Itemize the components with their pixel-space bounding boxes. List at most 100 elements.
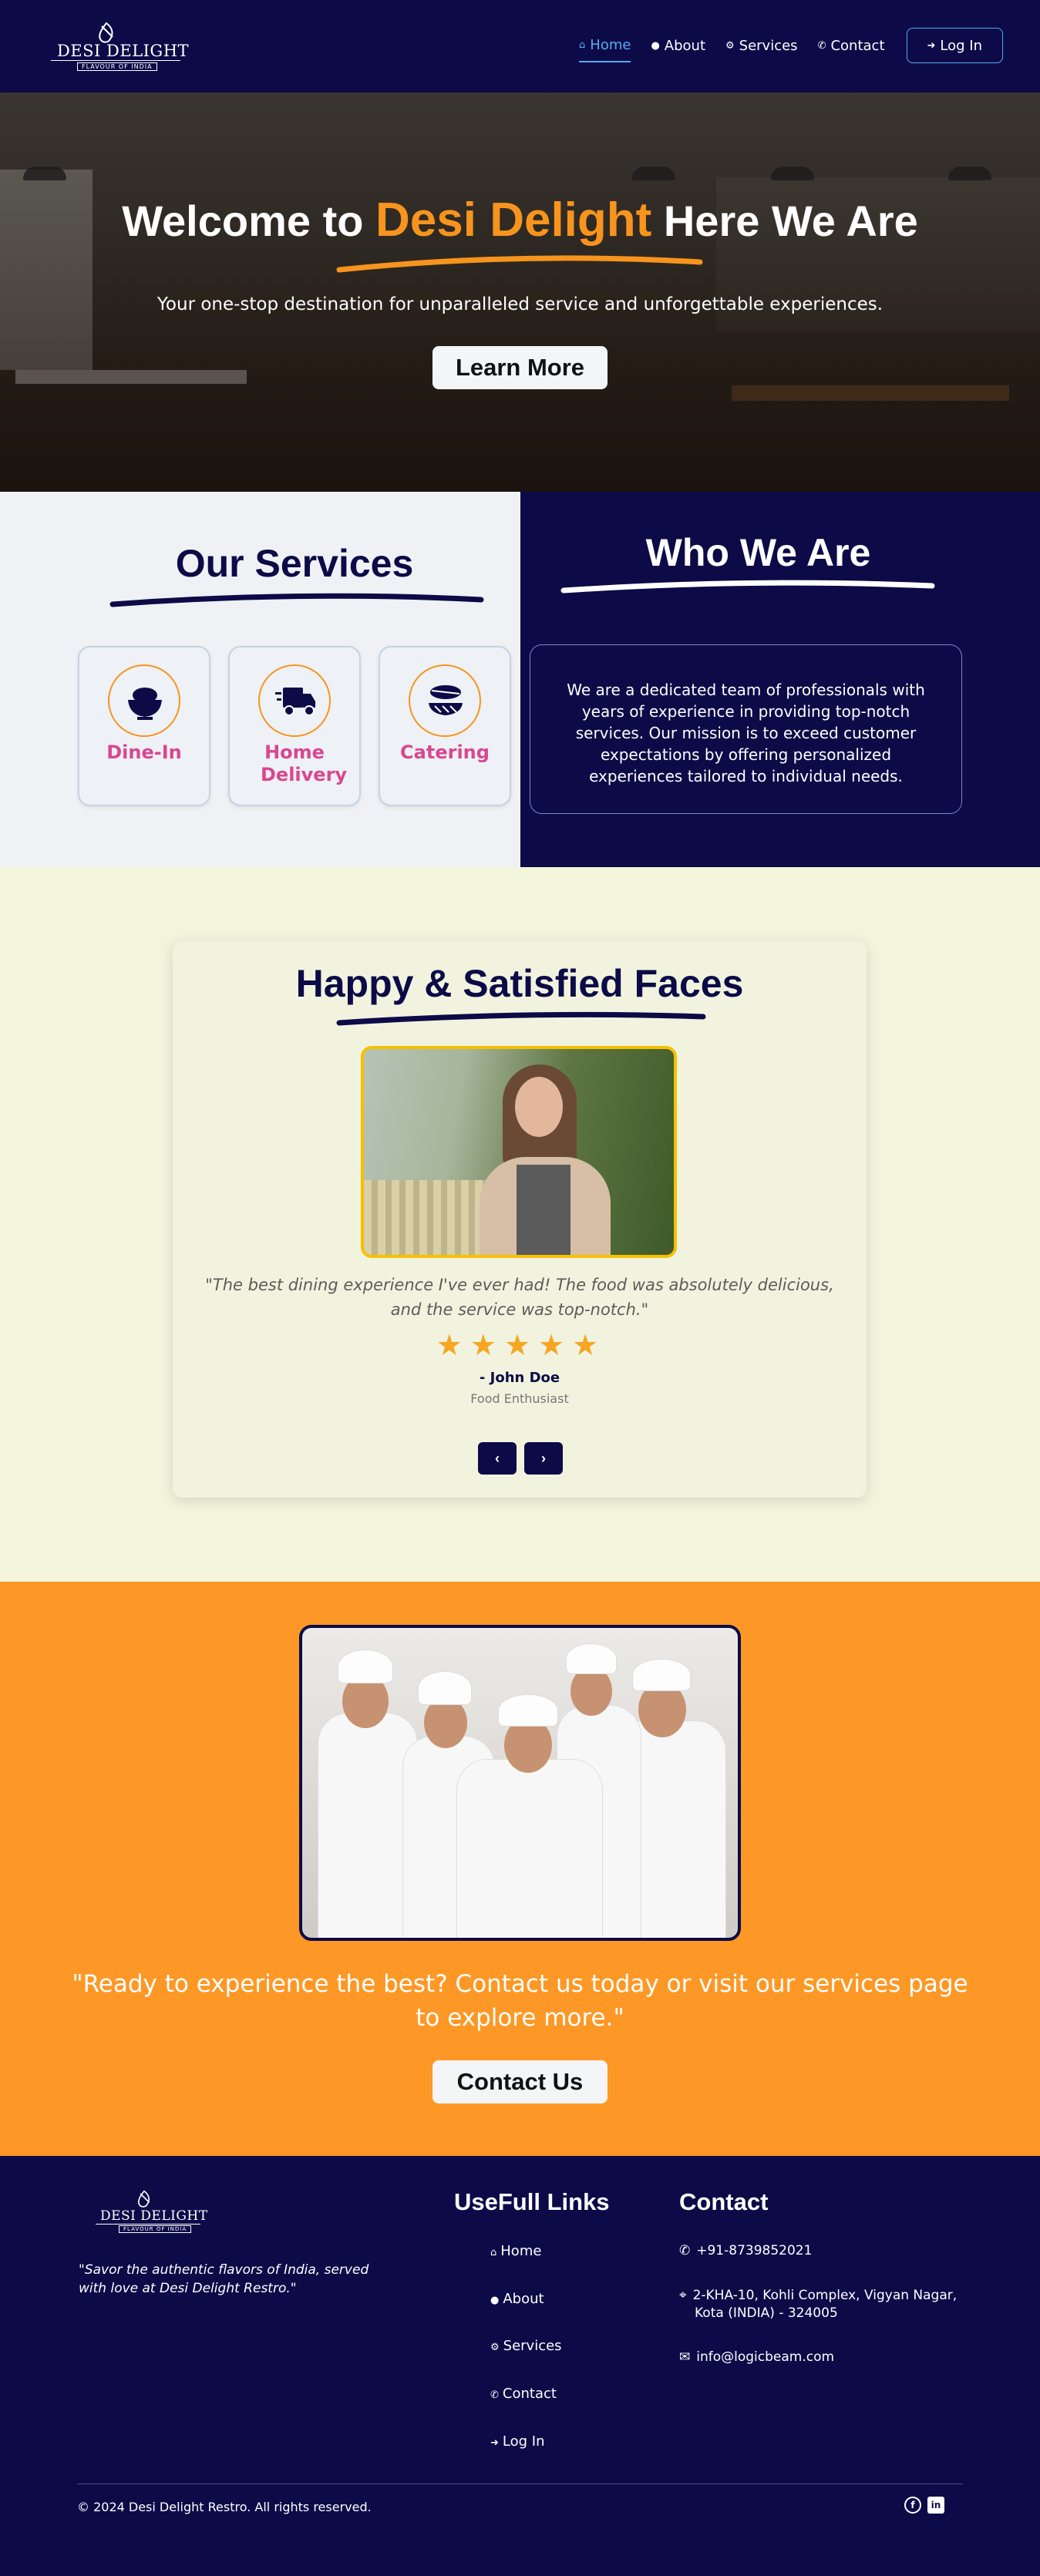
brand-logo[interactable]: DESI DELIGHT FLAVOUR OF INDIA: [51, 22, 189, 72]
prev-testimonial-button[interactable]: ‹: [478, 1442, 517, 1475]
useful-links-title: UseFull Links: [454, 2188, 610, 2215]
login-button[interactable]: ➜ Log In: [906, 28, 1003, 63]
nav-contact-link[interactable]: ✆ Contact: [818, 29, 885, 62]
testimonial-quote: "The best dining experience I've ever ha…: [205, 1276, 834, 1319]
service-label: Dine-In: [106, 742, 182, 763]
star-icon: ★: [470, 1328, 501, 1362]
contact-title: Contact: [679, 2188, 769, 2215]
testimonials-title-underline: [336, 1011, 706, 1026]
facebook-icon[interactable]: f: [904, 2497, 921, 2514]
footer-link-label: Log In: [502, 2433, 545, 2450]
learn-more-button[interactable]: Learn More: [432, 346, 608, 389]
footer: DESI DELIGHT FLAVOUR OF INDIA "Savor the…: [0, 2156, 1040, 2576]
footer-link-label: Home: [500, 2243, 542, 2259]
hero-title-underline: [336, 255, 703, 273]
info-icon: ●: [490, 2295, 500, 2306]
linkedin-icon[interactable]: in: [927, 2497, 944, 2514]
footer-services-link[interactable]: ⚙ Services: [490, 2338, 562, 2354]
hero-title-accent: Desi Delight: [375, 193, 652, 247]
service-card-catering[interactable]: Catering: [379, 646, 511, 806]
hero-title-post: Here We Are: [651, 197, 918, 245]
page: DESI DELIGHT FLAVOUR OF INDIA ⌂ Home ● Abo…: [0, 0, 1040, 2576]
photo-shirt: [517, 1165, 570, 1255]
copyright: © 2024 Desi Delight Restro. All rights r…: [77, 2500, 372, 2514]
about-section: Who We Are We are a dedicated team of pr…: [520, 492, 1040, 867]
footer-home-link[interactable]: ⌂ Home: [490, 2243, 541, 2259]
footer-contact-link[interactable]: ✆ Contact: [490, 2386, 557, 2402]
customer-photo: [361, 1046, 677, 1258]
brand-name: DESI DELIGHT: [57, 42, 190, 60]
star-icon: ★: [538, 1328, 570, 1362]
star-icon: ★: [503, 1328, 536, 1362]
info-icon: ●: [651, 39, 660, 52]
logo-divider: [96, 2224, 200, 2225]
service-label: Catering: [400, 742, 490, 763]
chevron-right-icon: ›: [541, 1450, 546, 1466]
photo-chef-hat: [632, 1659, 691, 1691]
photo-face: [515, 1077, 563, 1137]
main-menu: ⌂ Home ● About ⚙ Services ✆ Contact ➜ Log In: [559, 28, 1003, 63]
envelope-icon: ✉: [679, 2349, 691, 2365]
hero-subtitle: Your one-stop destination for unparallel…: [157, 294, 883, 314]
footer-link-label: Services: [503, 2338, 562, 2354]
about-title: Who We Are: [645, 531, 871, 574]
login-label: Log In: [940, 37, 982, 54]
testimonials-title: Happy & Satisfied Faces: [295, 962, 744, 1005]
login-icon: ➜: [927, 39, 936, 52]
testimonials-section: Happy & Satisfied Faces "The best dining…: [0, 867, 1040, 1582]
gears-icon: ⚙: [490, 2342, 500, 2353]
service-icon-ring: [258, 664, 331, 737]
navbar: DESI DELIGHT FLAVOUR OF INDIA ⌂ Home ● Abo…: [0, 0, 1040, 92]
photo-chef: [456, 1759, 603, 1938]
footer-about-link[interactable]: ● About: [490, 2291, 544, 2307]
testimonial-card: Happy & Satisfied Faces "The best dining…: [173, 941, 867, 1498]
footer-link-label: Contact: [502, 2386, 557, 2402]
contact-email[interactable]: ✉ info@logicbeam.com: [679, 2349, 988, 2366]
nav-home-link[interactable]: ⌂ Home: [579, 29, 631, 62]
nav-services-link[interactable]: ⚙ Services: [725, 29, 798, 62]
photo-railing: [364, 1180, 495, 1255]
social-links: f in: [898, 2497, 944, 2514]
contact-address-value: 2-KHA-10, Kohli Complex, Vigyan Nagar, K…: [692, 2288, 958, 2321]
hero-section: Welcome to Desi Delight Here We Are Your…: [0, 92, 1040, 492]
brand-tagline: FLAVOUR OF INDIA: [119, 2225, 192, 2233]
photo-chef-hat: [418, 1671, 472, 1705]
photo-chef-hat: [498, 1694, 558, 1727]
home-icon: ⌂: [490, 2247, 497, 2258]
contact-phone[interactable]: ✆ +91-8739852021: [679, 2242, 988, 2260]
service-card-dine-in[interactable]: Dine-In: [78, 646, 210, 806]
gears-icon: ⚙: [725, 39, 735, 52]
star-icon: ★: [436, 1328, 467, 1362]
phone-icon: ✆: [817, 39, 826, 52]
next-testimonial-button[interactable]: ›: [524, 1442, 563, 1475]
nav-services-label: Services: [739, 37, 798, 54]
service-card-home-delivery[interactable]: Home Delivery: [228, 646, 361, 806]
delivery-truck-icon: [275, 688, 315, 716]
nav-about-link[interactable]: ● About: [651, 29, 705, 62]
footer-logo[interactable]: DESI DELIGHT FLAVOUR OF INDIA: [96, 2190, 207, 2241]
services-title-underline: [109, 593, 484, 607]
star-icon: ★: [572, 1328, 604, 1362]
service-icon-ring: [409, 664, 481, 737]
footer-login-link[interactable]: ➜ Log In: [490, 2433, 545, 2450]
service-icon-ring: [108, 664, 180, 737]
map-pin-icon: ⌖: [679, 2288, 687, 2303]
rating-stars: ★ ★ ★ ★ ★: [173, 1328, 867, 1362]
footer-link-label: About: [503, 2291, 544, 2307]
nav-home-label: Home: [590, 36, 631, 53]
brand-tagline: FLAVOUR OF INDIA: [77, 62, 157, 71]
nav-about-label: About: [664, 37, 705, 54]
cta-message: "Ready to experience the best? Contact u…: [72, 1970, 968, 2032]
cta-section: "Ready to experience the best? Contact u…: [0, 1582, 1040, 2156]
phone-icon: ✆: [679, 2243, 691, 2258]
bowl-icon: [128, 688, 162, 720]
hero-overlay: [0, 92, 1040, 492]
hero-title-pre: Welcome to: [122, 197, 375, 245]
testimonial-author: - John Doe: [479, 1370, 560, 1386]
phone-icon: ✆: [490, 2389, 499, 2401]
photo-chef-hat: [338, 1650, 393, 1683]
contact-phone-value: +91-8739852021: [696, 2243, 813, 2258]
contact-us-button[interactable]: Contact Us: [432, 2060, 608, 2104]
hero-title: Welcome to Desi Delight Here We Are: [0, 193, 1040, 247]
about-title-underline: [560, 580, 935, 594]
